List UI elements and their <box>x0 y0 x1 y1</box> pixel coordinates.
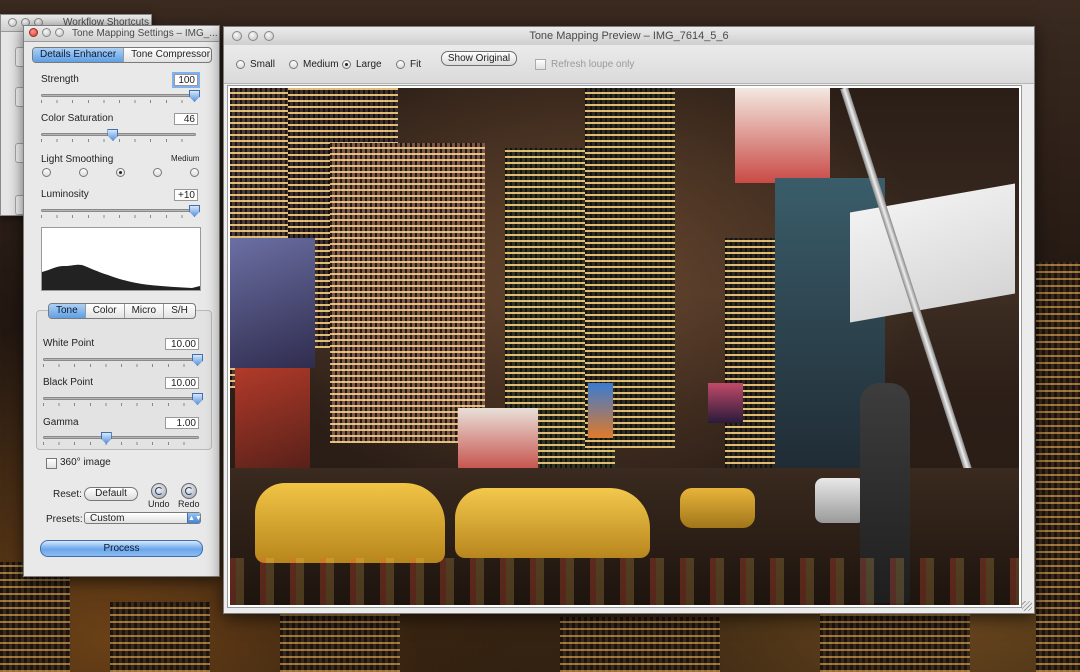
light-smoothing-radio-1[interactable] <box>42 168 51 177</box>
color-saturation-label: Color Saturation <box>41 113 114 124</box>
size-option-large-label: Large <box>356 59 382 70</box>
size-option-small-label: Small <box>250 59 276 70</box>
zoom-icon[interactable] <box>55 28 64 37</box>
minimize-icon[interactable] <box>42 28 51 37</box>
strength-slider[interactable] <box>41 90 200 103</box>
tab-micro[interactable]: Micro <box>125 304 165 318</box>
settings-titlebar[interactable]: Tone Mapping Settings – IMG_... <box>24 26 219 42</box>
redo-icon[interactable] <box>181 483 197 499</box>
wallpaper-building <box>820 612 970 672</box>
preview-window-title: Tone Mapping Preview – IMG_7614_5_6 <box>529 30 729 42</box>
size-option-large[interactable]: Large <box>342 59 382 70</box>
redo-label: Redo <box>178 499 200 509</box>
white-point-value-field[interactable]: 10.00 <box>165 338 199 350</box>
process-button[interactable]: Process <box>40 540 203 557</box>
gamma-slider[interactable] <box>43 432 199 445</box>
refresh-loupe-option[interactable]: Refresh loupe only <box>535 59 634 70</box>
undo-icon[interactable] <box>151 483 167 499</box>
white-point-label: White Point <box>43 338 95 349</box>
photo-billboard <box>708 383 743 423</box>
close-icon[interactable] <box>29 28 38 37</box>
presets-label: Presets: <box>46 514 83 525</box>
show-original-button[interactable]: Show Original <box>441 51 517 66</box>
luminosity-slider[interactable] <box>41 205 200 218</box>
light-smoothing-radio-4[interactable] <box>153 168 162 177</box>
presets-select[interactable]: Custom ▲▼ <box>84 512 202 524</box>
chevron-updown-icon: ▲▼ <box>187 513 202 523</box>
luminance-histogram <box>41 227 201 291</box>
tab-shadows-highlights[interactable]: S/H <box>164 304 195 318</box>
wallpaper-building <box>110 602 210 672</box>
tone-settings-group: White Point 10.00 Black Point 10.00 Gamm… <box>36 310 212 450</box>
size-option-medium-label: Medium <box>303 59 339 70</box>
light-smoothing-label: Light Smoothing <box>41 154 114 165</box>
tab-tone[interactable]: Tone <box>49 304 86 318</box>
radio-large[interactable] <box>342 60 351 69</box>
photo-vehicle <box>815 478 865 523</box>
hdr-city-photo[interactable] <box>230 88 1019 605</box>
preview-image-frame <box>227 85 1022 608</box>
image-360-label: 360° image <box>60 457 111 468</box>
size-option-small[interactable]: Small <box>236 59 275 70</box>
radio-fit[interactable] <box>396 60 405 69</box>
photo-building <box>330 143 485 443</box>
tab-details-enhancer[interactable]: Details Enhancer <box>33 48 125 62</box>
reset-label: Reset: <box>53 489 82 500</box>
black-point-label: Black Point <box>43 377 94 388</box>
mode-segmented-control: Details Enhancer Tone Compressor <box>32 47 212 63</box>
radio-small[interactable] <box>236 60 245 69</box>
wallpaper-building <box>560 617 720 672</box>
settings-window-title: Tone Mapping Settings – IMG_... <box>72 28 218 39</box>
black-point-value-field[interactable]: 10.00 <box>165 377 199 389</box>
luminosity-label: Luminosity <box>41 189 89 200</box>
tone-mapping-settings-window: Tone Mapping Settings – IMG_... Details … <box>23 25 220 577</box>
presets-selected-value: Custom <box>90 513 125 524</box>
refresh-loupe-label: Refresh loupe only <box>551 59 635 70</box>
gamma-label: Gamma <box>43 417 79 428</box>
image-360-checkbox[interactable] <box>46 458 57 469</box>
sub-tabs-segmented-control: Tone Color Micro S/H <box>48 303 196 319</box>
wallpaper-building <box>1036 262 1080 672</box>
white-point-slider[interactable] <box>43 354 203 367</box>
size-option-fit-label: Fit <box>410 59 422 70</box>
size-option-medium[interactable]: Medium <box>289 59 339 70</box>
color-saturation-value-field[interactable]: 46 <box>174 113 198 125</box>
reset-default-button[interactable]: Default <box>84 487 138 501</box>
wallpaper-building <box>280 612 400 672</box>
strength-value-field[interactable]: 100 <box>172 72 200 88</box>
undo-label: Undo <box>148 499 170 509</box>
color-saturation-slider[interactable] <box>41 129 196 142</box>
refresh-loupe-checkbox[interactable] <box>535 59 546 70</box>
tab-tone-compressor[interactable]: Tone Compressor <box>124 48 211 62</box>
light-smoothing-radio-3[interactable] <box>116 168 125 177</box>
photo-taxi <box>255 483 445 563</box>
strength-label: Strength <box>41 74 79 85</box>
close-icon[interactable] <box>232 31 242 41</box>
photo-billboard <box>588 383 613 438</box>
tab-color[interactable]: Color <box>86 304 125 318</box>
light-smoothing-selected-label: Medium <box>171 154 200 163</box>
wallpaper-building <box>0 562 70 672</box>
photo-billboard <box>230 238 315 368</box>
light-smoothing-radio-5[interactable] <box>190 168 199 177</box>
radio-medium[interactable] <box>289 60 298 69</box>
resize-grip-icon[interactable] <box>1022 601 1032 611</box>
light-smoothing-radio-2[interactable] <box>79 168 88 177</box>
black-point-slider[interactable] <box>43 393 203 406</box>
preview-toolbar: Small Medium Large Fit Refresh loupe onl… <box>224 45 1034 84</box>
luminosity-value-field[interactable]: +10 <box>174 189 198 201</box>
gamma-value-field[interactable]: 1.00 <box>165 417 199 429</box>
photo-taxi <box>680 488 755 528</box>
photo-taxi <box>455 488 650 558</box>
tone-mapping-preview-window: Tone Mapping Preview – IMG_7614_5_6 Smal… <box>223 26 1035 614</box>
photo-wet-reflections <box>230 558 1019 605</box>
zoom-icon[interactable] <box>264 31 274 41</box>
minimize-icon[interactable] <box>248 31 258 41</box>
histogram-graph <box>42 264 200 290</box>
close-icon[interactable] <box>8 18 17 27</box>
photo-billboard <box>735 88 830 183</box>
preview-titlebar[interactable]: Tone Mapping Preview – IMG_7614_5_6 <box>224 27 1034 46</box>
size-option-fit[interactable]: Fit <box>396 59 421 70</box>
